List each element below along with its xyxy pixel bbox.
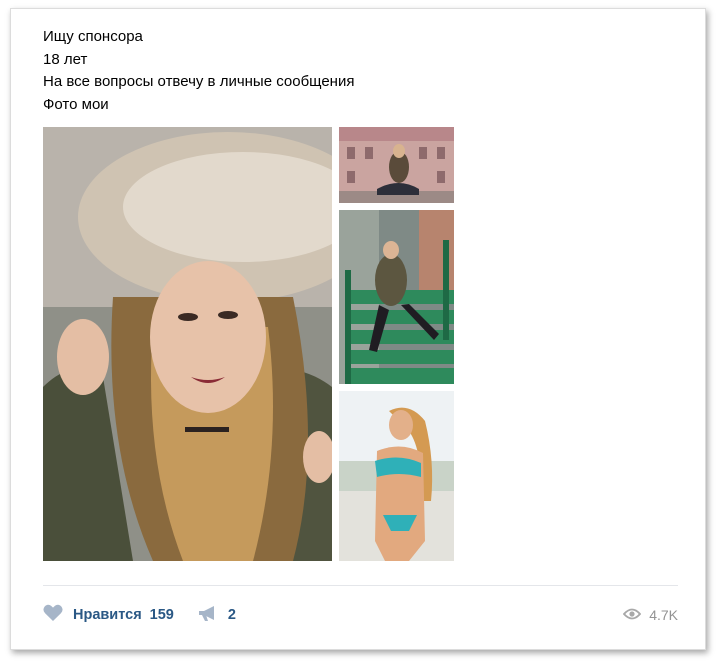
post-card: Ищу спонсора 18 лет На все вопросы отвеч…	[10, 8, 706, 650]
photo-beach-swimsuit[interactable]	[339, 391, 454, 561]
post-line: На все вопросы отвечу в личные сообщения	[43, 73, 355, 90]
post-line: 18 лет	[43, 50, 88, 68]
views-count: 4.7K	[649, 607, 678, 623]
share-count: 2	[227, 607, 236, 623]
views-counter: 4.7K	[622, 607, 678, 623]
megaphone-icon	[198, 605, 218, 626]
divider	[43, 585, 678, 586]
post-actions: Нравится 159 2 4.7K	[43, 604, 678, 626]
post-line: Ищу спонсора	[43, 28, 143, 45]
like-label: Нравится	[73, 607, 142, 623]
post-line: Фото мои	[43, 95, 109, 113]
like-button[interactable]: Нравится 159	[43, 604, 174, 626]
like-count: 159	[149, 607, 174, 623]
share-button[interactable]: 2	[198, 605, 236, 626]
post-text: Ищу спонсора 18 лет На все вопросы отвеч…	[43, 26, 354, 116]
photo-main-portrait[interactable]	[43, 127, 332, 561]
eye-icon	[622, 607, 642, 623]
heart-icon	[43, 604, 63, 626]
photo-green-stairs[interactable]	[339, 210, 454, 384]
photo-building-sitting[interactable]	[339, 127, 454, 203]
